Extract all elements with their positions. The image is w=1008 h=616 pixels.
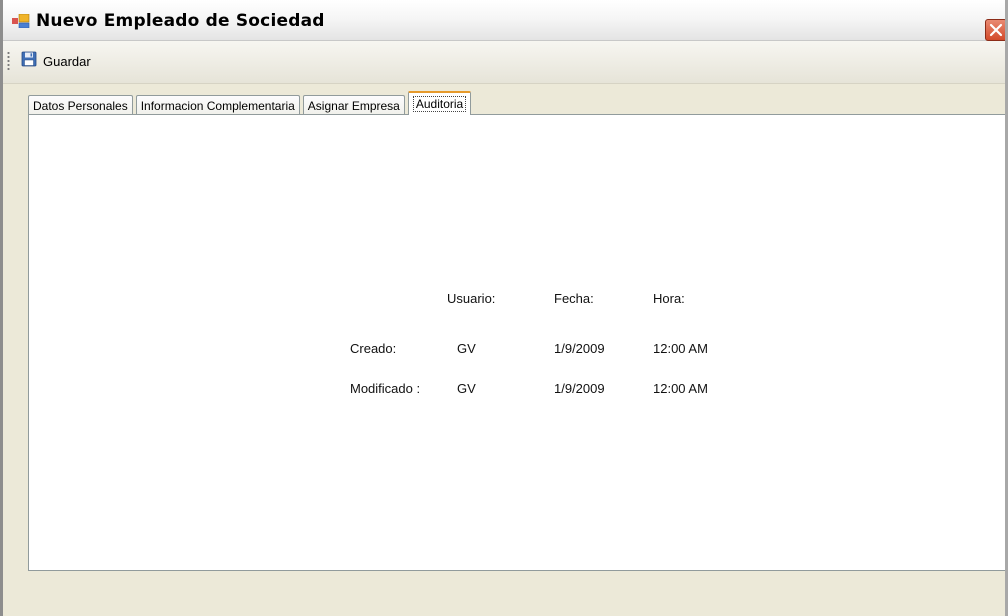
creado-usuario: GV [457, 341, 476, 356]
tab-label: Informacion Complementaria [140, 98, 295, 113]
floppy-disk-icon [21, 51, 37, 72]
header-fecha: Fecha: [554, 291, 594, 306]
modificado-usuario: GV [457, 381, 476, 396]
close-icon [989, 23, 1003, 37]
title-bar[interactable]: Nuevo Empleado de Sociedad [3, 0, 1005, 41]
toolbar-grip[interactable] [7, 51, 10, 71]
toolbar: Guardar [3, 41, 1005, 84]
window-bottom-area [3, 571, 1005, 616]
form-window-icon [12, 13, 30, 29]
tab-label: Auditoria [412, 96, 467, 112]
application-window: Nuevo Empleado de Sociedad Guardar Datos… [0, 0, 1008, 616]
header-usuario: Usuario: [447, 291, 496, 306]
row-label-modificado: Modificado : [350, 381, 421, 396]
creado-hora: 12:00 AM [653, 341, 708, 356]
auditoria-panel: Usuario: Fecha: Hora: Creado: GV 1/9/200… [28, 114, 1005, 571]
save-button-label: Guardar [43, 53, 91, 69]
tab-asignar-empresa[interactable]: Asignar Empresa [302, 95, 405, 115]
tab-auditoria[interactable]: Auditoria [407, 91, 472, 115]
header-hora: Hora: [653, 291, 685, 306]
modificado-fecha: 1/9/2009 [554, 381, 605, 396]
tab-label: Asignar Empresa [307, 98, 400, 113]
close-button[interactable] [985, 19, 1005, 41]
window-title: Nuevo Empleado de Sociedad [36, 11, 325, 31]
tab-strip: Datos Personales Informacion Complementa… [28, 91, 474, 115]
tab-datos-personales[interactable]: Datos Personales [28, 95, 133, 115]
tab-informacion-complementaria[interactable]: Informacion Complementaria [135, 95, 300, 115]
save-button[interactable]: Guardar [17, 49, 95, 73]
tab-label: Datos Personales [33, 98, 128, 113]
creado-fecha: 1/9/2009 [554, 341, 605, 356]
modificado-hora: 12:00 AM [653, 381, 708, 396]
row-label-creado: Creado: [350, 341, 397, 356]
